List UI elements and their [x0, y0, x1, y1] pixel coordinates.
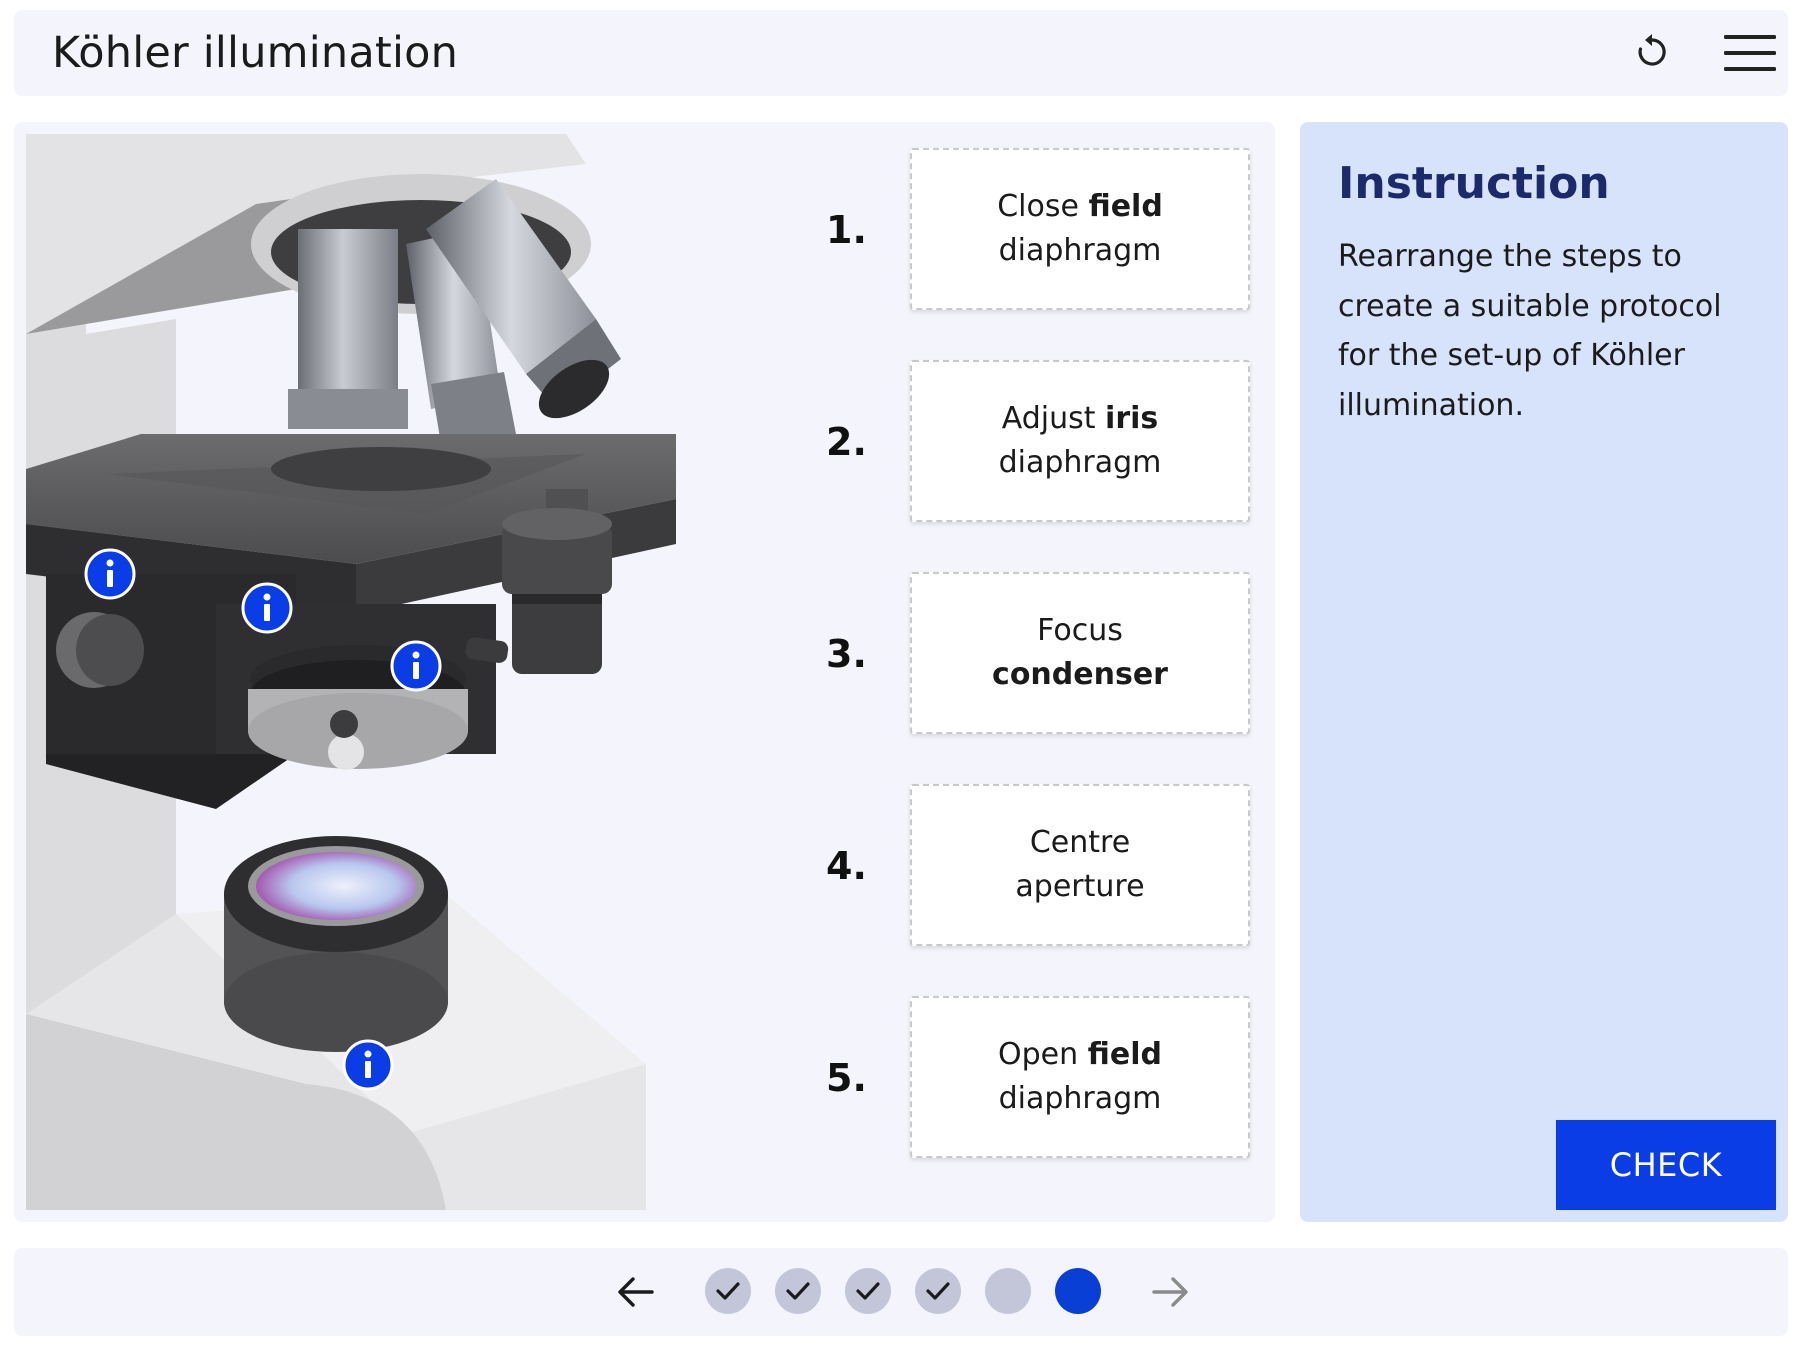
step-card-2[interactable]: Adjust iris diaphragm	[910, 360, 1250, 522]
step-text: aperture	[1015, 869, 1145, 904]
step-card-3[interactable]: Focus condenser	[910, 572, 1250, 734]
step-card-line: aperture	[1015, 865, 1144, 909]
page-dot-5[interactable]	[985, 1268, 1031, 1314]
step-text-bold: iris	[1105, 401, 1159, 436]
step-text-bold: field	[1088, 189, 1163, 224]
next-button[interactable]	[1148, 1270, 1192, 1314]
step-number: 4.	[826, 844, 867, 888]
info-hotspot-field-diaphragm[interactable]	[342, 1039, 394, 1091]
step-card-line: Adjust iris	[1002, 397, 1159, 441]
step-card-line: diaphragm	[999, 1077, 1162, 1121]
reset-icon	[1638, 34, 1666, 66]
page-title: Köhler illumination	[52, 28, 459, 78]
step-card-line: diaphragm	[999, 229, 1162, 273]
step-card-line: Focus	[1037, 609, 1123, 653]
menu-button[interactable]	[1722, 26, 1778, 80]
page-dot-3[interactable]	[845, 1268, 891, 1314]
header-bar: Köhler illumination	[14, 10, 1788, 96]
pagination-bar	[14, 1248, 1788, 1336]
step-text: diaphragm	[998, 445, 1162, 480]
checkmark-icon	[856, 1282, 880, 1300]
step-card-line: condenser	[992, 653, 1168, 697]
step-text: Open	[997, 1037, 1088, 1072]
step-text: Focus	[1037, 613, 1123, 648]
check-button[interactable]: CHECK	[1556, 1120, 1776, 1210]
info-hotspot-focus-knob[interactable]	[84, 548, 136, 600]
previous-button[interactable]	[614, 1270, 658, 1314]
step-number: 1.	[826, 208, 867, 252]
step-text: Adjust	[1001, 401, 1106, 436]
page-dot-4[interactable]	[915, 1268, 961, 1314]
step-text: Close	[997, 189, 1089, 224]
instruction-panel: Instruction Rearrange the steps to creat…	[1300, 122, 1788, 1222]
reset-button[interactable]	[1628, 28, 1676, 76]
checkmark-icon	[786, 1282, 810, 1300]
instruction-heading: Instruction	[1338, 158, 1610, 209]
instruction-text: Rearrange the steps to create a suitable…	[1338, 239, 1722, 423]
checkmark-icon	[716, 1282, 740, 1300]
step-text: diaphragm	[998, 1081, 1162, 1116]
step-number: 5.	[826, 1056, 867, 1100]
step-text: Centre	[1029, 825, 1131, 860]
arrow-left-icon	[618, 1277, 654, 1307]
arrow-right-icon	[1152, 1277, 1188, 1307]
step-number: 3.	[826, 632, 867, 676]
page-dot-2[interactable]	[775, 1268, 821, 1314]
page-dot-1[interactable]	[705, 1268, 751, 1314]
step-card-4[interactable]: Centre aperture	[910, 784, 1250, 946]
step-text-bold: condenser	[992, 657, 1168, 692]
info-hotspot-condenser[interactable]	[241, 582, 293, 634]
activity-area: 1. Close field diaphragm 2. Adjust iris …	[14, 122, 1275, 1222]
step-card-5[interactable]: Open field diaphragm	[910, 996, 1250, 1158]
step-card-1[interactable]: Close field diaphragm	[910, 148, 1250, 310]
step-card-line: Centre	[1030, 821, 1130, 865]
step-text-bold: field	[1087, 1037, 1162, 1072]
info-hotspot-iris-lever[interactable]	[390, 640, 442, 692]
step-text: diaphragm	[998, 233, 1162, 268]
step-card-line: Open field	[998, 1033, 1162, 1077]
page-dot-6-current[interactable]	[1055, 1268, 1101, 1314]
step-card-line: Close field	[997, 185, 1163, 229]
checkmark-icon	[926, 1282, 950, 1300]
step-card-line: diaphragm	[999, 441, 1162, 485]
hamburger-menu-icon	[1724, 35, 1776, 71]
step-number: 2.	[826, 420, 867, 464]
